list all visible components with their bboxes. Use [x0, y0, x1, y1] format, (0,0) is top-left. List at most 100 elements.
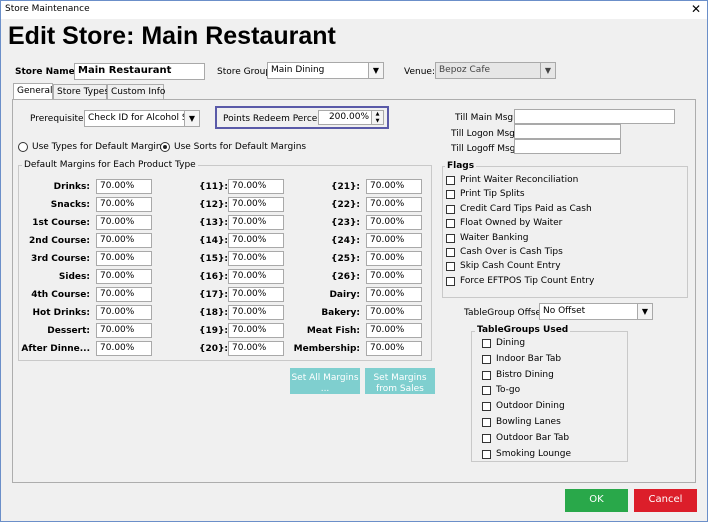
flag-checkbox[interactable]: [446, 190, 455, 200]
margin-input[interactable]: 70.00%: [96, 197, 152, 212]
margin-input[interactable]: 70.00%: [228, 305, 284, 320]
close-icon[interactable]: ✕: [691, 2, 701, 16]
margin-label: 1st Course:: [32, 218, 90, 228]
margin-label: 3rd Course:: [31, 254, 90, 264]
chevron-down-icon[interactable]: ▼: [184, 111, 199, 126]
margin-input[interactable]: 70.00%: [366, 251, 422, 266]
margin-label: {23}:: [331, 218, 360, 228]
flag-checkbox[interactable]: [446, 219, 455, 229]
margin-input[interactable]: 70.00%: [228, 251, 284, 266]
margin-label: Dessert:: [47, 326, 90, 336]
flag-checkbox[interactable]: [446, 233, 455, 243]
cancel-button[interactable]: Cancel: [634, 489, 697, 512]
ok-button[interactable]: OK: [565, 489, 628, 512]
margin-input[interactable]: 70.00%: [228, 269, 284, 284]
margin-label: {15}:: [199, 254, 228, 264]
tab-custom-info[interactable]: Custom Info: [107, 84, 165, 99]
till-logon-msg-input[interactable]: [514, 124, 621, 139]
margin-label: {18}:: [199, 308, 228, 318]
tablegroup-offset-select[interactable]: No Offset ▼: [539, 303, 653, 320]
tablegroup-label: Outdoor Dining: [496, 401, 565, 412]
margin-input[interactable]: 70.00%: [96, 251, 152, 266]
points-redeem-value: 200.00%: [328, 112, 369, 122]
tab-store-types[interactable]: Store Types: [53, 84, 109, 99]
margin-label: {17}:: [199, 290, 228, 300]
tablegroup-checkbox[interactable]: [482, 402, 491, 412]
chevron-down-icon[interactable]: ▼: [368, 63, 383, 78]
flag-label: Float Owned by Waiter: [460, 218, 563, 229]
margin-input[interactable]: 70.00%: [366, 215, 422, 230]
margin-label: {25}:: [331, 254, 360, 264]
margin-label: Sides:: [58, 272, 90, 282]
margin-input[interactable]: 70.00%: [228, 215, 284, 230]
margin-label: {13}:: [199, 218, 228, 228]
venue-select: Bepoz Cafe ▼: [435, 62, 556, 79]
tablegroup-checkbox[interactable]: [482, 449, 491, 459]
store-name-label: Store Name:: [15, 67, 79, 77]
margin-input[interactable]: 70.00%: [366, 287, 422, 302]
chevron-down-icon: ▼: [540, 63, 555, 78]
margin-input[interactable]: 70.00%: [228, 323, 284, 338]
flag-label: Skip Cash Count Entry: [460, 261, 561, 272]
margin-input[interactable]: 70.00%: [228, 197, 284, 212]
points-redeem-input[interactable]: 200.00% ▲ ▼: [318, 110, 384, 125]
tablegroup-checkbox[interactable]: [482, 339, 491, 348]
margin-input[interactable]: 70.00%: [366, 305, 422, 320]
use-types-radio[interactable]: [18, 142, 28, 152]
spinner-arrows-icon[interactable]: ▲ ▼: [371, 111, 383, 124]
margin-input[interactable]: 70.00%: [366, 179, 422, 194]
tablegroup-checkbox[interactable]: [482, 433, 491, 443]
margin-input[interactable]: 70.00%: [96, 233, 152, 248]
flag-checkbox[interactable]: [446, 204, 455, 214]
store-group-select[interactable]: Main Dining ▼: [267, 62, 384, 79]
margin-input[interactable]: 70.00%: [96, 323, 152, 338]
margin-input[interactable]: 70.00%: [366, 323, 422, 338]
flag-checkbox[interactable]: [446, 248, 455, 257]
till-logon-msg-label: Till Logon Msg:: [451, 129, 518, 139]
flag-label: Credit Card Tips Paid as Cash: [460, 203, 592, 214]
till-main-msg-input[interactable]: [514, 109, 675, 124]
flag-checkbox[interactable]: [446, 262, 455, 272]
set-margins-from-sales-button[interactable]: Set Margins from Sales: [365, 368, 435, 394]
chevron-down-icon[interactable]: ▼: [637, 304, 652, 319]
flag-label: Print Waiter Reconciliation: [460, 175, 579, 185]
tablegroup-checkbox[interactable]: [482, 354, 491, 364]
margin-label: {24}:: [331, 236, 360, 246]
till-logoff-msg-input[interactable]: [514, 139, 621, 154]
margin-input[interactable]: 70.00%: [366, 269, 422, 284]
tablegroup-checkbox[interactable]: [482, 386, 491, 396]
flag-checkbox[interactable]: [446, 276, 455, 286]
margin-label: {14}:: [199, 236, 228, 246]
store-name-input[interactable]: Main Restaurant: [74, 63, 205, 80]
margin-input[interactable]: 70.00%: [228, 179, 284, 194]
margin-input[interactable]: 70.00%: [96, 269, 152, 284]
margin-label: Snacks:: [50, 200, 90, 210]
margin-input[interactable]: 70.00%: [366, 233, 422, 248]
flag-label: Print Tip Splits: [460, 189, 525, 200]
margin-input[interactable]: 70.00%: [96, 215, 152, 230]
margin-input[interactable]: 70.00%: [366, 341, 422, 356]
margin-label: Dairy:: [329, 290, 360, 300]
tablegroup-label: Bowling Lanes: [496, 417, 561, 427]
margin-label: 2nd Course:: [29, 236, 90, 246]
margin-input[interactable]: 70.00%: [228, 341, 284, 356]
margin-input[interactable]: 70.00%: [96, 305, 152, 320]
margin-input[interactable]: 70.00%: [228, 233, 284, 248]
margin-input[interactable]: 70.00%: [96, 341, 152, 356]
default-margins-title: Default Margins for Each Product Type: [22, 160, 198, 170]
set-all-margins-button[interactable]: Set All Margins ...: [290, 368, 360, 394]
prerequisite-select[interactable]: Check ID for Alcohol Sa ▼: [84, 110, 200, 127]
tab-general[interactable]: General: [13, 83, 53, 100]
flag-checkbox[interactable]: [446, 176, 455, 185]
tablegroup-checkbox[interactable]: [482, 370, 491, 380]
margin-label: {26}:: [331, 272, 360, 282]
margin-input[interactable]: 70.00%: [366, 197, 422, 212]
use-sorts-radio[interactable]: [160, 142, 170, 152]
store-group-label: Store Group:: [217, 67, 275, 77]
margin-label: {20}:: [199, 344, 228, 354]
tablegroup-checkbox[interactable]: [482, 418, 491, 427]
tablegroup-label: Indoor Bar Tab: [496, 353, 562, 364]
margin-input[interactable]: 70.00%: [96, 179, 152, 194]
margin-input[interactable]: 70.00%: [96, 287, 152, 302]
margin-input[interactable]: 70.00%: [228, 287, 284, 302]
